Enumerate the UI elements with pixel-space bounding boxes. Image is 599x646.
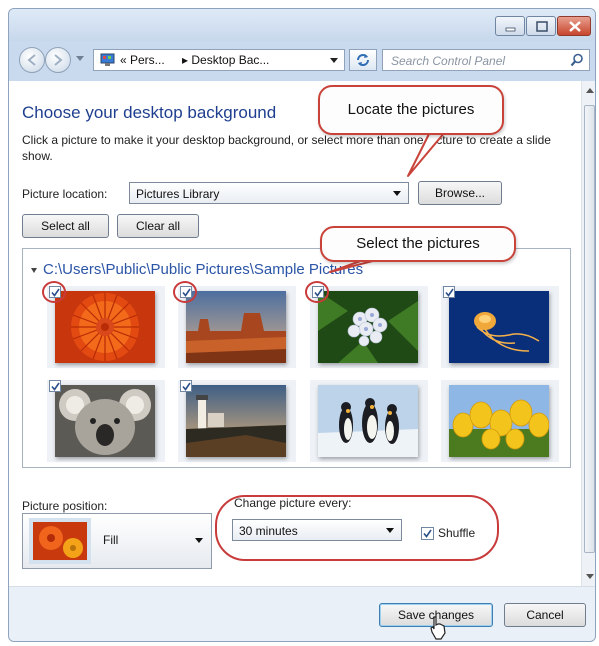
checkbox-highlight-ring	[305, 281, 329, 303]
callout-select-pictures: Select the pictures	[320, 226, 516, 262]
callout-locate-pictures: Locate the pictures	[318, 85, 504, 135]
thumbnail-checkbox[interactable]	[49, 380, 61, 392]
thumbnail-checkbox[interactable]	[443, 286, 455, 298]
thumbnail-checkbox[interactable]	[180, 380, 192, 392]
callout-pointers	[329, 131, 446, 273]
checkbox-highlight-ring	[42, 281, 66, 303]
checkmark-icon	[51, 382, 60, 391]
checkmark-icon	[182, 382, 191, 391]
checkbox-highlight-ring	[173, 281, 197, 303]
checkmark-icon	[445, 288, 454, 297]
